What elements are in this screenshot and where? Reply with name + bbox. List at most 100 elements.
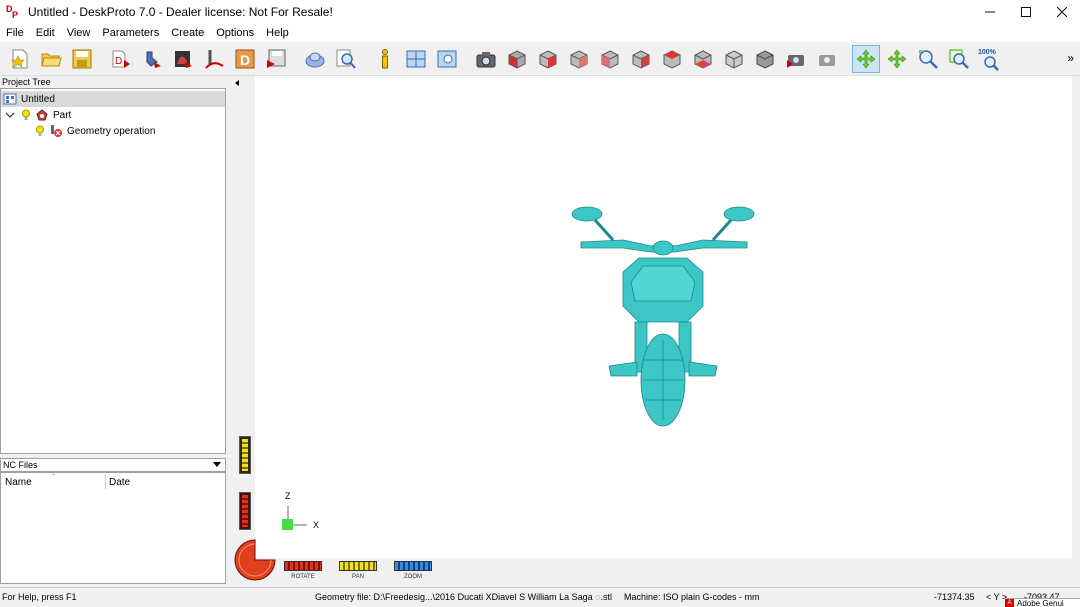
column-divider[interactable] bbox=[105, 475, 106, 489]
preview-button[interactable] bbox=[301, 45, 329, 73]
view-back-button[interactable] bbox=[565, 45, 593, 73]
preview-zoom-button[interactable] bbox=[332, 45, 360, 73]
menu-file[interactable]: File bbox=[0, 27, 30, 39]
view-flat-button[interactable] bbox=[751, 45, 779, 73]
camera-redo-button[interactable] bbox=[813, 45, 841, 73]
window-title: Untitled - DeskProto 7.0 - Dealer licens… bbox=[28, 5, 333, 19]
four-views-button[interactable] bbox=[402, 45, 430, 73]
cube-right-icon bbox=[632, 49, 650, 69]
svg-text:D: D bbox=[115, 56, 122, 67]
nc-column-name[interactable]: Name bbox=[5, 477, 32, 488]
pan-horizontal-slider[interactable] bbox=[339, 561, 377, 571]
cube-shaded-icon bbox=[725, 49, 743, 69]
zoom-level-text: 100% bbox=[978, 49, 997, 56]
view-top-button[interactable] bbox=[658, 45, 686, 73]
menu-parameters[interactable]: Parameters bbox=[96, 27, 165, 39]
save-project-button[interactable] bbox=[68, 45, 96, 73]
lightbulb-icon[interactable] bbox=[35, 125, 45, 137]
view-shaded-button[interactable] bbox=[720, 45, 748, 73]
toolpath-button[interactable] bbox=[200, 45, 228, 73]
menu-options[interactable]: Options bbox=[210, 27, 260, 39]
tree-item-label: Geometry operation bbox=[67, 125, 156, 137]
view-right-button[interactable] bbox=[627, 45, 655, 73]
rotate-dial[interactable] bbox=[233, 538, 277, 582]
save-nc-button[interactable] bbox=[262, 45, 290, 73]
axis-z-label: Z bbox=[285, 491, 291, 501]
nc-files-header[interactable]: NC Files bbox=[0, 458, 226, 472]
view-left-button[interactable] bbox=[596, 45, 624, 73]
deskproto-app-icon: DP bbox=[6, 4, 19, 20]
camera-redo-icon bbox=[819, 54, 835, 66]
zoom-vertical-slider[interactable] bbox=[239, 436, 251, 474]
project-icon bbox=[3, 93, 17, 105]
nc-column-date[interactable]: Date bbox=[109, 477, 130, 488]
view-front-button[interactable] bbox=[534, 45, 562, 73]
toolpath-icon bbox=[205, 49, 224, 69]
rotate-mode-button[interactable] bbox=[852, 44, 880, 73]
save-icon bbox=[72, 49, 92, 68]
status-geometry-file: Geometry file: D:\Freedesig...\2016 Duca… bbox=[315, 592, 612, 602]
axis-x-label: X bbox=[313, 520, 320, 530]
info-button[interactable] bbox=[371, 45, 399, 73]
nc-files-title: NC Files bbox=[3, 460, 38, 470]
zoom-mode-button[interactable] bbox=[914, 45, 942, 73]
minimize-icon bbox=[985, 11, 995, 13]
open-folder-icon bbox=[41, 53, 62, 66]
camera-undo-icon bbox=[787, 54, 804, 68]
lightbulb-icon[interactable] bbox=[21, 109, 31, 121]
load-geometry-button[interactable]: D bbox=[107, 45, 135, 73]
zoom-box-button[interactable] bbox=[945, 45, 973, 73]
axes-gizmo bbox=[282, 506, 307, 530]
view-bottom-button[interactable] bbox=[689, 45, 717, 73]
nc-files-list[interactable]: Name ⌃ Date bbox=[0, 472, 226, 584]
rotate-vertical-slider[interactable] bbox=[239, 492, 251, 530]
new-project-button[interactable] bbox=[6, 45, 34, 73]
tree-item-label: Part bbox=[53, 109, 72, 121]
camera-undo-button[interactable] bbox=[782, 45, 810, 73]
dropdown-arrow-icon[interactable] bbox=[213, 462, 221, 467]
new-file-icon bbox=[11, 49, 28, 68]
tree-item-geometry-operation[interactable]: Geometry operation bbox=[35, 123, 155, 139]
minimize-button[interactable] bbox=[972, 0, 1008, 24]
operation-parameters-icon bbox=[175, 50, 192, 68]
operation-parameters-button[interactable] bbox=[169, 45, 197, 73]
menu-view[interactable]: View bbox=[61, 27, 97, 39]
chevron-down-icon[interactable] bbox=[5, 110, 15, 120]
zoom-100-button[interactable]: 100% bbox=[976, 45, 1004, 73]
tree-item-untitled[interactable]: Untitled bbox=[1, 91, 225, 107]
zoom-window-button[interactable] bbox=[433, 45, 461, 73]
taskbar-adobe-item[interactable]: A Adobe Genui bbox=[1005, 598, 1080, 607]
screenshot-button[interactable] bbox=[472, 45, 500, 73]
rotate-arrows-icon bbox=[856, 49, 876, 68]
view-isometric-button[interactable] bbox=[503, 45, 531, 73]
adobe-label: Adobe Genui bbox=[1017, 598, 1064, 607]
toolbar: D D 100% » bbox=[0, 42, 1080, 76]
pan-mode-button[interactable] bbox=[883, 45, 911, 73]
part-parameters-button[interactable] bbox=[138, 45, 166, 73]
maximize-button[interactable] bbox=[1008, 0, 1044, 24]
close-icon bbox=[1057, 7, 1067, 17]
status-help-text: For Help, press F1 bbox=[2, 592, 77, 602]
status-machine: Machine: ISO plain G-codes - mm bbox=[624, 592, 760, 602]
rotate-horizontal-slider[interactable] bbox=[284, 561, 322, 571]
3d-viewport[interactable]: ROTATE PAN ZOOM Z X bbox=[231, 76, 1072, 584]
cube-front-icon bbox=[539, 49, 557, 69]
deskproto-operation-button[interactable]: D bbox=[231, 45, 259, 73]
close-button[interactable] bbox=[1044, 0, 1080, 24]
open-project-button[interactable] bbox=[37, 45, 65, 73]
motorcycle-model[interactable] bbox=[231, 76, 1072, 584]
tree-item-label: Untitled bbox=[21, 93, 55, 105]
toolbar-overflow-chevron-icon[interactable]: » bbox=[1067, 51, 1074, 65]
part-parameters-icon bbox=[146, 51, 161, 68]
menu-create[interactable]: Create bbox=[165, 27, 210, 39]
tree-item-part[interactable]: Part bbox=[5, 107, 71, 123]
menu-edit[interactable]: Edit bbox=[30, 27, 61, 39]
preview-icon bbox=[305, 52, 325, 67]
menu-help[interactable]: Help bbox=[260, 27, 295, 39]
status-coord-x: -71374.35 bbox=[934, 592, 975, 602]
zoom-horizontal-slider[interactable] bbox=[394, 561, 432, 571]
cube-iso-icon bbox=[508, 49, 526, 69]
project-tree[interactable]: Untitled Part Geometry operation bbox=[0, 88, 226, 454]
save-nc-icon bbox=[267, 49, 286, 68]
cube-back-icon bbox=[570, 49, 588, 69]
